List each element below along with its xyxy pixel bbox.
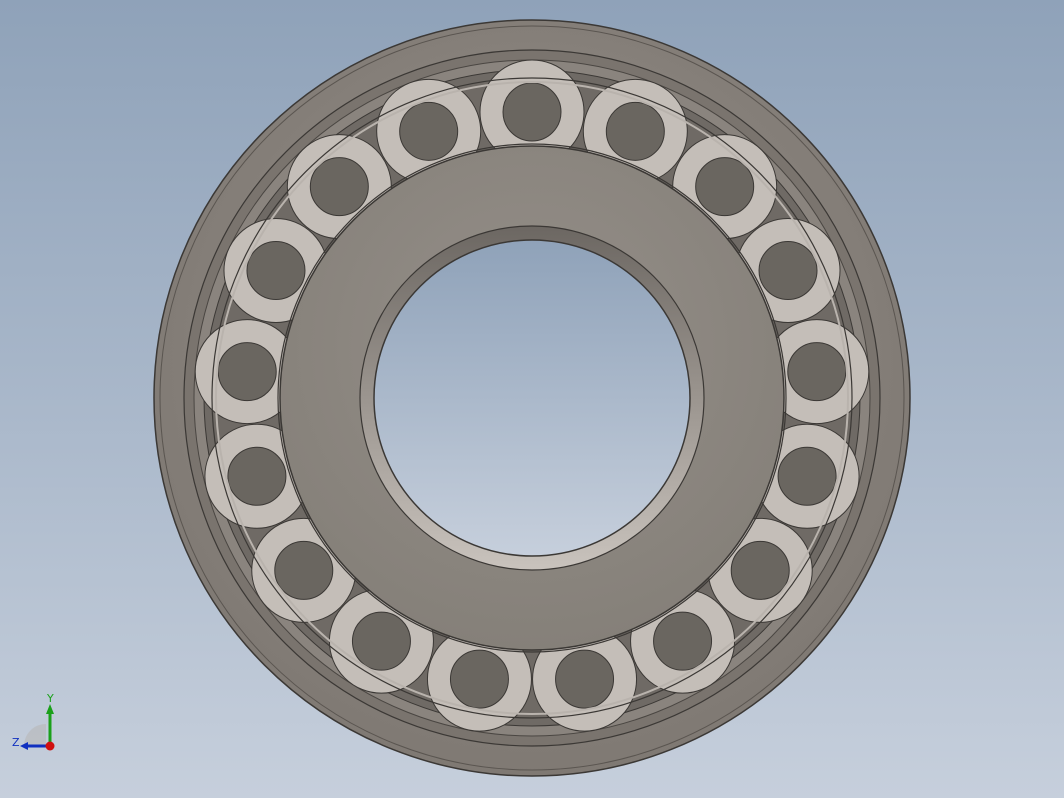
roller-end-face xyxy=(653,611,713,671)
z-axis-arrow xyxy=(20,742,28,750)
roller-end-face xyxy=(351,611,411,671)
roller-end-face xyxy=(309,157,369,217)
roller-end-face xyxy=(217,342,277,402)
roller-end-face xyxy=(787,342,847,402)
bearing-model[interactable] xyxy=(0,0,1064,798)
roller-end-face xyxy=(695,157,755,217)
x-axis-dot xyxy=(45,741,55,751)
roller-end-face xyxy=(502,82,562,142)
roller-end-face xyxy=(555,649,615,709)
roller-end-face xyxy=(605,101,665,161)
inner-ring[interactable] xyxy=(279,145,785,651)
roller-end-face xyxy=(227,446,287,506)
roller-end-face xyxy=(758,241,818,301)
y-axis-arrow xyxy=(46,704,54,714)
roller-end-face xyxy=(274,540,334,600)
roller-end-face xyxy=(449,649,509,709)
y-axis-label: Y xyxy=(46,692,54,705)
roller-end-face xyxy=(777,446,837,506)
bore-hole xyxy=(373,239,691,557)
z-axis-label: Z xyxy=(12,736,20,749)
graphics-viewport[interactable]: Y Z xyxy=(0,0,1064,798)
roller-end-face xyxy=(399,101,459,161)
roller-end-face xyxy=(730,540,790,600)
view-triad: Y Z xyxy=(12,692,55,751)
roller-end-face xyxy=(246,241,306,301)
